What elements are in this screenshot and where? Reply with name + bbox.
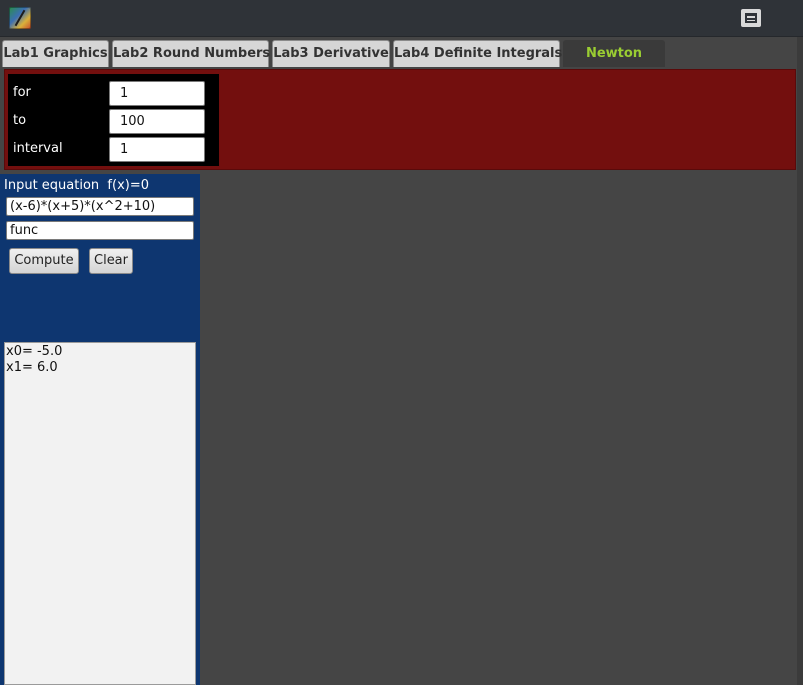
- function-name-input[interactable]: [6, 221, 194, 240]
- restore-icon[interactable]: [741, 9, 761, 27]
- equation-input[interactable]: [6, 197, 194, 216]
- range-params-box: for to interval: [8, 74, 219, 166]
- range-panel: for to interval: [4, 69, 796, 170]
- tab-strip: Lab1 Graphics Lab2 Round Numbers Lab3 De…: [0, 37, 803, 67]
- title-bar: [0, 0, 803, 37]
- interval-label: interval: [13, 141, 63, 156]
- param-row-interval: interval: [8, 136, 219, 162]
- output-area[interactable]: x0= -5.0 x1= 6.0: [4, 342, 196, 685]
- tab-lab1-graphics[interactable]: Lab1 Graphics: [2, 40, 109, 67]
- output-line-x0: x0= -5.0: [6, 344, 63, 359]
- tab-lab3-derivative[interactable]: Lab3 Derivative: [272, 40, 390, 67]
- for-input[interactable]: [109, 81, 205, 106]
- param-row-for: for: [8, 80, 219, 106]
- output-line-x1: x1= 6.0: [6, 360, 58, 375]
- to-label: to: [13, 113, 27, 128]
- to-input[interactable]: [109, 109, 205, 134]
- window-right-edge: [797, 37, 803, 685]
- compute-button[interactable]: Compute: [9, 248, 79, 274]
- param-row-to: to: [8, 108, 219, 134]
- for-label: for: [13, 85, 31, 100]
- app-window: Lab1 Graphics Lab2 Round Numbers Lab3 De…: [0, 0, 803, 685]
- clear-button[interactable]: Clear: [89, 248, 133, 274]
- tab-lab4-definite-integrals[interactable]: Lab4 Definite Integrals: [393, 40, 562, 67]
- tab-lab2-round-numbers[interactable]: Lab2 Round Numbers: [112, 40, 270, 67]
- tab-newton[interactable]: Newton: [563, 40, 665, 67]
- interval-input[interactable]: [109, 137, 205, 162]
- equation-panel: Input equation f(x)=0 Compute Clear x0= …: [0, 174, 200, 685]
- app-icon: [9, 7, 31, 29]
- equation-label: Input equation f(x)=0: [4, 178, 149, 193]
